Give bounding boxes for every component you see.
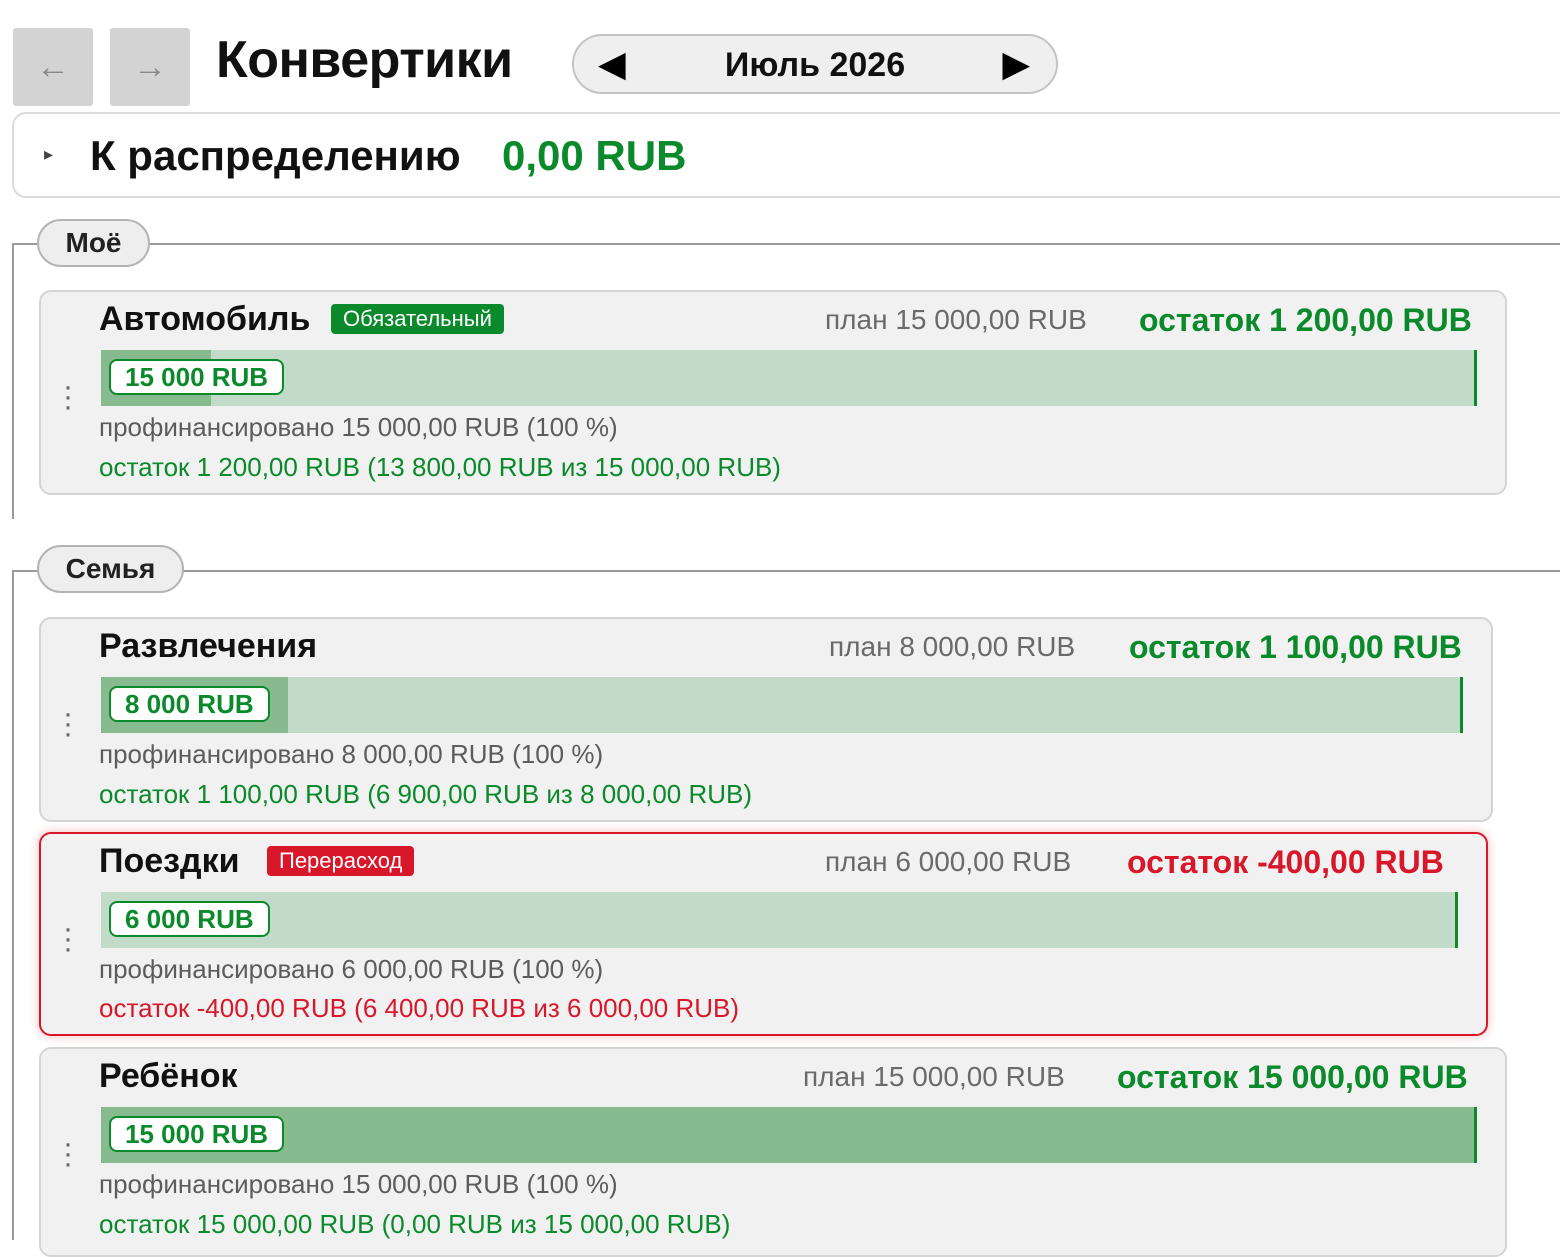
back-button[interactable]: ← [13, 28, 93, 106]
funded-text: профинансировано 15 000,00 RUB (100 %) [99, 412, 618, 442]
funded-text: профинансировано 15 000,00 RUB (100 %) [99, 1169, 618, 1199]
envelope-name: Автомобиль [99, 300, 311, 338]
remaining-text: остаток 1 100,00 RUB (6 900,00 RUB из 8 … [99, 779, 753, 809]
group-divider [12, 570, 1560, 572]
envelope-plan: план 15 000,00 RUB [803, 1061, 1065, 1092]
header: ← → Конвертики ◀ Июль 2026 ▶ [0, 0, 1560, 110]
status-badge: Перерасход [267, 846, 415, 876]
remaining-text: остаток 1 200,00 RUB (13 800,00 RUB из 1… [99, 452, 781, 482]
to-distribute-label: К распределению [90, 132, 461, 179]
arrow-right-icon: → [133, 47, 167, 86]
expand-caret-icon[interactable]: ▸ [44, 144, 53, 165]
envelope-plan: план 6 000,00 RUB [825, 846, 1072, 877]
arrow-left-icon: ← [36, 47, 70, 86]
envelope-rest: остаток -400,00 RUB [1127, 844, 1444, 880]
funded-text: профинансировано 6 000,00 RUB (100 %) [99, 954, 604, 984]
group-label-semya[interactable]: Семья [37, 545, 184, 593]
progress-fill [101, 1107, 1474, 1163]
to-distribute-amount: 0,00 RUB [502, 132, 687, 179]
envelope-rest: остаток 1 200,00 RUB [1139, 302, 1472, 338]
status-badge: Обязательный [331, 304, 504, 334]
envelope-card[interactable]: · · · Поездки Перерасход план 6 000,00 RUB… [39, 832, 1488, 1036]
envelope-card[interactable]: · · · Развлечения план 8 000,00 RUB остато… [39, 617, 1493, 822]
group-divider [12, 243, 1560, 245]
group-label-moe[interactable]: Моё [37, 219, 150, 267]
drag-handle-icon[interactable]: · · · [63, 1129, 73, 1179]
funded-text: профинансировано 8 000,00 RUB (100 %) [99, 739, 604, 769]
to-distribute-panel[interactable]: ▸ К распределению 0,00 RUB [12, 112, 1560, 198]
envelope-progress-bar[interactable]: 15 000 RUB [101, 1107, 1477, 1163]
envelope-name: Развлечения [99, 627, 318, 665]
envelope-progress-bar[interactable]: 8 000 RUB [101, 677, 1463, 733]
drag-handle-icon[interactable]: · · · [63, 699, 73, 749]
group-divider [12, 570, 14, 1240]
next-month-icon[interactable]: ▶ [1002, 44, 1030, 84]
funded-chip[interactable]: 15 000 RUB [109, 359, 285, 395]
funded-chip[interactable]: 8 000 RUB [109, 686, 270, 722]
drag-handle-icon[interactable]: · · · [63, 914, 73, 964]
envelope-progress-bar[interactable]: 15 000 RUB [101, 350, 1477, 406]
funded-chip[interactable]: 15 000 RUB [109, 1116, 285, 1152]
funded-chip[interactable]: 6 000 RUB [109, 901, 270, 937]
remaining-text: остаток 15 000,00 RUB (0,00 RUB из 15 00… [99, 1209, 731, 1239]
forward-button[interactable]: → [110, 28, 190, 106]
envelope-plan: план 8 000,00 RUB [829, 631, 1076, 662]
month-label: Июль 2026 [724, 46, 906, 84]
envelope-name: Ребёнок [99, 1057, 238, 1095]
envelope-progress-bar[interactable]: 6 000 RUB [101, 892, 1458, 948]
page-title: Конвертики [216, 31, 513, 89]
month-picker: ◀ Июль 2026 ▶ [572, 34, 1058, 94]
envelope-plan: план 15 000,00 RUB [825, 304, 1087, 335]
remaining-text: остаток -400,00 RUB (6 400,00 RUB из 6 0… [99, 993, 740, 1023]
drag-handle-icon[interactable]: · · · [63, 372, 73, 422]
envelope-rest: остаток 1 100,00 RUB [1129, 629, 1462, 665]
envelope-rest: остаток 15 000,00 RUB [1117, 1059, 1468, 1095]
envelope-card[interactable]: · · · Ребёнок план 15 000,00 RUB остаток 1… [39, 1047, 1507, 1257]
envelope-card[interactable]: · · · Автомобиль Обязательный план 15 000,… [39, 290, 1507, 495]
envelope-name: Поездки [99, 842, 240, 880]
group-divider [12, 243, 14, 519]
